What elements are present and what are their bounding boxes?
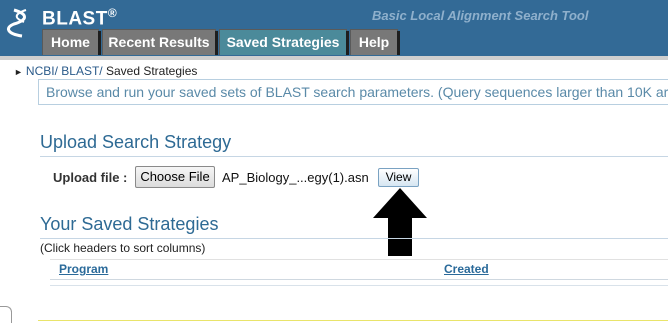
- sort-hint: (Click headers to sort columns): [40, 241, 206, 255]
- tab-divider: [215, 31, 218, 55]
- header-divider: [0, 56, 668, 60]
- upload-strategy-heading: Upload Search Strategy: [40, 132, 232, 152]
- tab-help[interactable]: Help: [350, 29, 398, 55]
- info-text: Browse and run your saved sets of BLAST …: [46, 84, 668, 100]
- saved-heading-divider: [40, 238, 668, 239]
- tab-home[interactable]: Home: [42, 29, 99, 55]
- blast-header: BLAST® Basic Local Alignment Search Tool…: [0, 0, 668, 56]
- choose-file-button[interactable]: Choose File: [135, 166, 215, 188]
- table-header-divider: [50, 279, 668, 280]
- breadcrumb-arrow-icon: ►: [14, 67, 23, 77]
- blast-tagline: Basic Local Alignment Search Tool: [372, 8, 589, 23]
- view-button[interactable]: View: [378, 168, 419, 187]
- table-top-border: [50, 259, 668, 260]
- dna-helix-icon: [6, 8, 27, 38]
- breadcrumb-ncbi-link[interactable]: NCBI/: [26, 64, 58, 78]
- table-body-divider: [50, 285, 668, 286]
- column-header-program[interactable]: Program: [59, 262, 108, 276]
- info-box: Browse and run your saved sets of BLAST …: [38, 79, 668, 105]
- upload-file-label: Upload file :: [53, 170, 128, 185]
- breadcrumb-blast-link[interactable]: BLAST/: [61, 64, 102, 78]
- tab-divider: [346, 31, 349, 55]
- tab-recent-results[interactable]: Recent Results: [102, 29, 216, 55]
- blast-logo[interactable]: BLAST®: [42, 6, 117, 30]
- tab-divider: [397, 31, 400, 55]
- tab-saved-strategies[interactable]: Saved Strategies: [219, 29, 347, 55]
- breadcrumb: ► NCBI/ BLAST/ Saved Strategies: [14, 64, 197, 78]
- upload-heading-divider: [40, 156, 668, 157]
- page-corner: [0, 306, 12, 323]
- tab-divider: [98, 31, 101, 55]
- selected-file-name: AP_Biology_...egy(1).asn: [222, 170, 369, 185]
- breadcrumb-current: Saved Strategies: [105, 64, 198, 78]
- column-header-created[interactable]: Created: [444, 262, 489, 276]
- footer-divider: [38, 320, 668, 321]
- saved-strategies-heading: Your Saved Strategies: [40, 214, 219, 234]
- black-up-arrow-icon: [373, 188, 427, 256]
